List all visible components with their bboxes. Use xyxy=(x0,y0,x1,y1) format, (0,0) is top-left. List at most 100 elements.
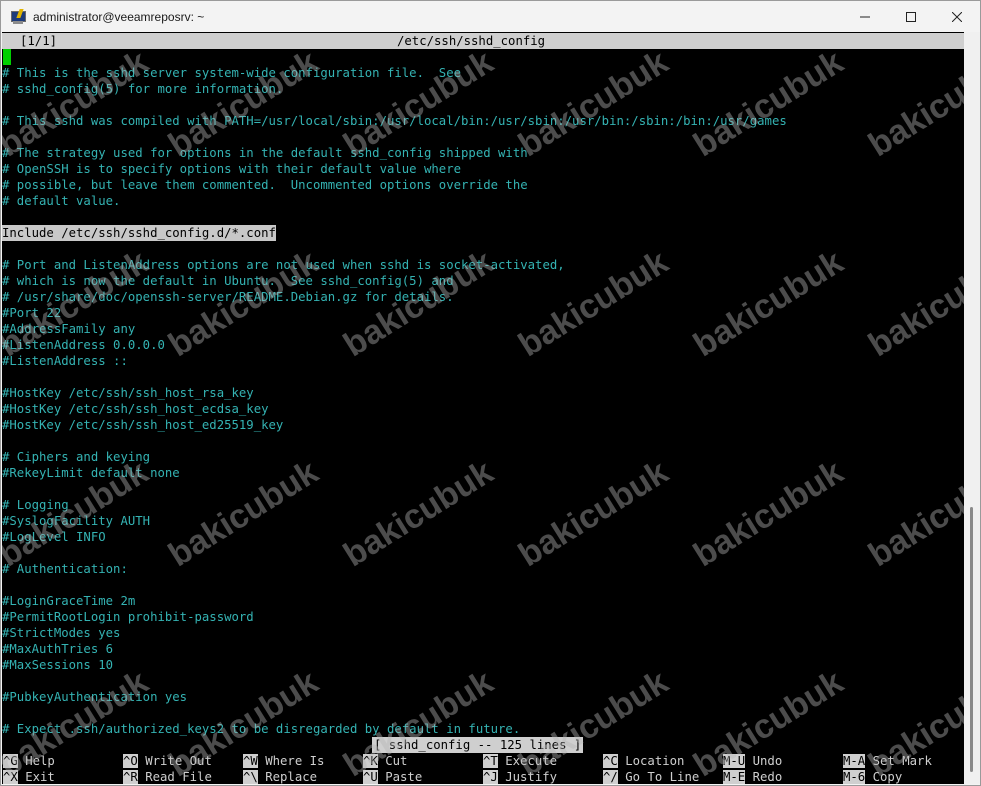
config-line[interactable]: # default value. xyxy=(2,193,120,209)
shortcut-label: Set Mark xyxy=(865,754,932,768)
maximize-icon[interactable] xyxy=(888,1,934,32)
config-line[interactable]: #HostKey /etc/ssh/ssh_host_ecdsa_key xyxy=(2,401,269,417)
config-line[interactable]: # Expect .ssh/authorized_keys2 to be dis… xyxy=(2,721,520,737)
config-line[interactable]: #PermitRootLogin prohibit-password xyxy=(2,609,254,625)
shortcut-label: Location xyxy=(617,754,685,768)
window-title: administrator@veeamreposrv: ~ xyxy=(33,9,205,24)
shortcut-key: M-6 xyxy=(843,770,866,784)
config-line[interactable]: #RekeyLimit default none xyxy=(2,465,180,481)
config-line[interactable]: #AddressFamily any xyxy=(2,321,135,337)
shortcut-copy[interactable]: M-6 Copy xyxy=(843,769,902,784)
shortcut-execute[interactable]: ^T Execute xyxy=(483,753,557,769)
title-bar[interactable]: administrator@veeamreposrv: ~ xyxy=(1,1,980,32)
watermark-text: bakicubuk xyxy=(862,452,964,575)
config-line[interactable]: #HostKey /etc/ssh/ssh_host_rsa_key xyxy=(2,385,254,401)
shortcut-key: M-E xyxy=(723,770,746,784)
config-line[interactable]: # The strategy used for options in the d… xyxy=(2,145,528,161)
shortcut-key: ^C xyxy=(603,754,618,768)
shortcut-label: Read File xyxy=(137,770,212,784)
shortcut-redo[interactable]: M-E Redo xyxy=(723,769,782,784)
shortcut-label: Where Is xyxy=(257,754,325,768)
text-cursor xyxy=(3,49,11,65)
shortcut-replace[interactable]: ^\ Replace xyxy=(243,769,317,784)
shortcut-label: Execute xyxy=(497,754,558,768)
shortcut-read-file[interactable]: ^R Read File xyxy=(123,769,212,784)
shortcut-cut[interactable]: ^K Cut xyxy=(363,753,407,769)
watermark-text: bakicubuk xyxy=(687,242,850,365)
config-line[interactable]: # This is the sshd server system-wide co… xyxy=(2,65,461,81)
config-line[interactable]: #StrictModes yes xyxy=(2,625,120,641)
terminal-window: administrator@veeamreposrv: ~ [1/1] /etc… xyxy=(0,0,981,786)
buffer-position: [1/1] xyxy=(20,34,58,48)
window-controls xyxy=(842,1,980,32)
vertical-scrollbar[interactable] xyxy=(964,32,980,784)
shortcut-key: ^J xyxy=(483,770,498,784)
shortcut-key: ^U xyxy=(363,770,378,784)
shortcut-label: Exit xyxy=(17,770,55,784)
nano-title-bar: [1/1] /etc/ssh/sshd_config xyxy=(2,33,964,49)
watermark-text: bakicubuk xyxy=(687,452,850,575)
shortcut-undo[interactable]: M-U Undo xyxy=(723,753,782,769)
shortcut-label: Replace xyxy=(257,770,318,784)
shortcut-where-is[interactable]: ^W Where Is xyxy=(243,753,324,769)
config-line[interactable]: # which is now the default in Ubuntu. Se… xyxy=(2,273,454,289)
shortcut-label: Justify xyxy=(497,770,558,784)
highlighted-line[interactable]: Include /etc/ssh/sshd_config.d/*.conf xyxy=(2,225,276,241)
shortcut-go-to-line[interactable]: ^/ Go To Line xyxy=(603,769,699,784)
config-line[interactable]: # possible, but leave them commented. Un… xyxy=(2,177,528,193)
config-line[interactable]: #LogLevel INFO xyxy=(2,529,106,545)
putty-terminal-icon[interactable] xyxy=(10,8,26,25)
shortcut-label: Cut xyxy=(377,754,408,768)
shortcut-label: Write Out xyxy=(137,754,212,768)
shortcut-location[interactable]: ^C Location xyxy=(603,753,684,769)
scrollbar-thumb[interactable] xyxy=(970,507,973,772)
config-line[interactable]: #SyslogFacility AUTH xyxy=(2,513,150,529)
close-icon[interactable] xyxy=(934,1,980,32)
config-line[interactable]: # This sshd was compiled with PATH=/usr/… xyxy=(2,113,787,129)
minimize-icon[interactable] xyxy=(842,1,888,32)
terminal-content[interactable]: [1/1] /etc/ssh/sshd_config # This is the… xyxy=(2,32,964,784)
shortcut-justify[interactable]: ^J Justify xyxy=(483,769,557,784)
shortcut-key: ^G xyxy=(3,754,18,768)
shortcut-key: ^/ xyxy=(603,770,618,784)
config-line[interactable]: # OpenSSH is to specify options with the… xyxy=(2,161,461,177)
config-line[interactable]: # Ciphers and keying xyxy=(2,449,150,465)
shortcut-label: Copy xyxy=(865,770,903,784)
shortcut-key: M-U xyxy=(723,754,746,768)
shortcut-key: ^O xyxy=(123,754,138,768)
shortcut-key: ^W xyxy=(243,754,258,768)
config-line[interactable]: #HostKey /etc/ssh/ssh_host_ed25519_key xyxy=(2,417,283,433)
shortcut-exit[interactable]: ^X Exit xyxy=(3,769,55,784)
config-line[interactable]: #ListenAddress :: xyxy=(2,353,128,369)
shortcut-key: ^K xyxy=(363,754,378,768)
config-line[interactable]: # Port and ListenAddress options are not… xyxy=(2,257,565,273)
config-line[interactable]: #MaxSessions 10 xyxy=(2,657,113,673)
config-line[interactable]: # Authentication: xyxy=(2,561,128,577)
config-line[interactable]: # sshd_config(5) for more information. xyxy=(2,81,283,97)
watermark-text: bakicubuk xyxy=(162,452,325,575)
config-line[interactable]: # /usr/share/doc/openssh-server/README.D… xyxy=(2,289,454,305)
shortcut-label: Redo xyxy=(745,770,783,784)
shortcut-key: ^R xyxy=(123,770,138,784)
file-name: /etc/ssh/sshd_config xyxy=(397,34,546,48)
config-line[interactable]: #LoginGraceTime 2m xyxy=(2,593,135,609)
shortcut-paste[interactable]: ^U Paste xyxy=(363,769,422,784)
config-line[interactable]: #PubkeyAuthentication yes xyxy=(2,689,187,705)
shortcut-write-out[interactable]: ^O Write Out xyxy=(123,753,212,769)
shortcut-key: ^T xyxy=(483,754,498,768)
watermark-text: bakicubuk xyxy=(512,452,675,575)
shortcut-label: Help xyxy=(17,754,55,768)
shortcut-key: ^X xyxy=(3,770,18,784)
shortcut-label: Go To Line xyxy=(617,770,700,784)
shortcut-set-mark[interactable]: M-A Set Mark xyxy=(843,753,932,769)
config-line[interactable]: #MaxAuthTries 6 xyxy=(2,641,113,657)
watermark-text: bakicubuk xyxy=(512,42,675,165)
status-message: [ sshd_config -- 125 lines ] xyxy=(372,737,584,753)
shortcut-key: M-A xyxy=(843,754,866,768)
watermark-text: bakicubuk xyxy=(337,452,500,575)
config-line[interactable]: # Logging xyxy=(2,497,69,513)
shortcut-help[interactable]: ^G Help xyxy=(3,753,55,769)
config-line[interactable]: #ListenAddress 0.0.0.0 xyxy=(2,337,165,353)
config-line[interactable]: #Port 22 xyxy=(2,305,61,321)
watermark-text: bakicubuk xyxy=(687,42,850,165)
